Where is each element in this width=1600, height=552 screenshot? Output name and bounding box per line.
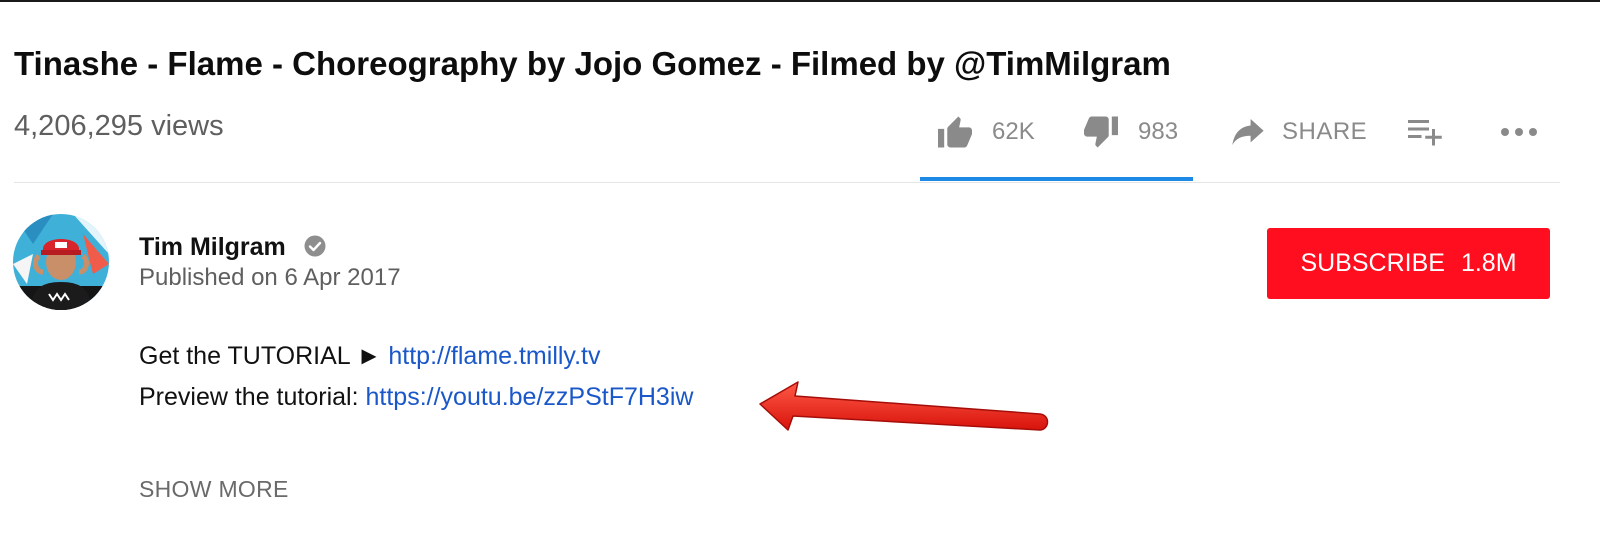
thumbs-up-icon: [938, 116, 972, 148]
publish-date: Published on 6 Apr 2017: [139, 264, 401, 291]
channel-name[interactable]: Tim Milgram: [139, 230, 286, 264]
dislike-count: 983: [1138, 118, 1179, 145]
tutorial-link[interactable]: http://flame.tmilly.tv: [388, 342, 600, 370]
description-text-1: Get the TUTORIAL ►: [139, 342, 389, 370]
top-border: [0, 0, 1600, 2]
share-button[interactable]: SHARE: [1232, 108, 1367, 156]
subscribe-label: SUBSCRIBE: [1300, 249, 1445, 277]
subscribe-button[interactable]: SUBSCRIBE 1.8M: [1267, 228, 1550, 299]
like-button[interactable]: 62K: [936, 108, 1035, 156]
like-count: 62K: [992, 118, 1035, 145]
divider: [14, 182, 1560, 183]
red-arrow-annotation: [759, 381, 1049, 431]
channel-avatar[interactable]: [13, 214, 109, 310]
thumbs-down-icon: [1084, 116, 1118, 148]
description-line-2: Preview the tutorial: https://youtu.be/z…: [139, 380, 693, 414]
video-actions: 62K 983 SHARE: [0, 108, 1600, 156]
verified-check-icon: [304, 235, 326, 257]
video-title: Tinashe - Flame - Choreography by Jojo G…: [14, 45, 1171, 82]
show-more-button[interactable]: SHOW MORE: [139, 474, 289, 504]
avatar-image: [13, 214, 109, 310]
description-line-1: Get the TUTORIAL ► http://flame.tmilly.t…: [139, 339, 600, 373]
more-actions-button[interactable]: [1500, 108, 1538, 156]
more-horizontal-icon: [1501, 128, 1537, 136]
share-label: SHARE: [1282, 118, 1368, 145]
playlist-add-icon: [1408, 120, 1442, 146]
like-ratio-bar: [920, 177, 1193, 181]
preview-link[interactable]: https://youtu.be/zzPStF7H3iw: [366, 383, 694, 411]
save-to-playlist-button[interactable]: [1408, 108, 1444, 156]
dislike-button[interactable]: 983: [1082, 108, 1178, 156]
description-text-2: Preview the tutorial:: [139, 383, 366, 411]
subscriber-count: 1.8M: [1460, 249, 1517, 277]
share-arrow-icon: [1232, 119, 1264, 145]
